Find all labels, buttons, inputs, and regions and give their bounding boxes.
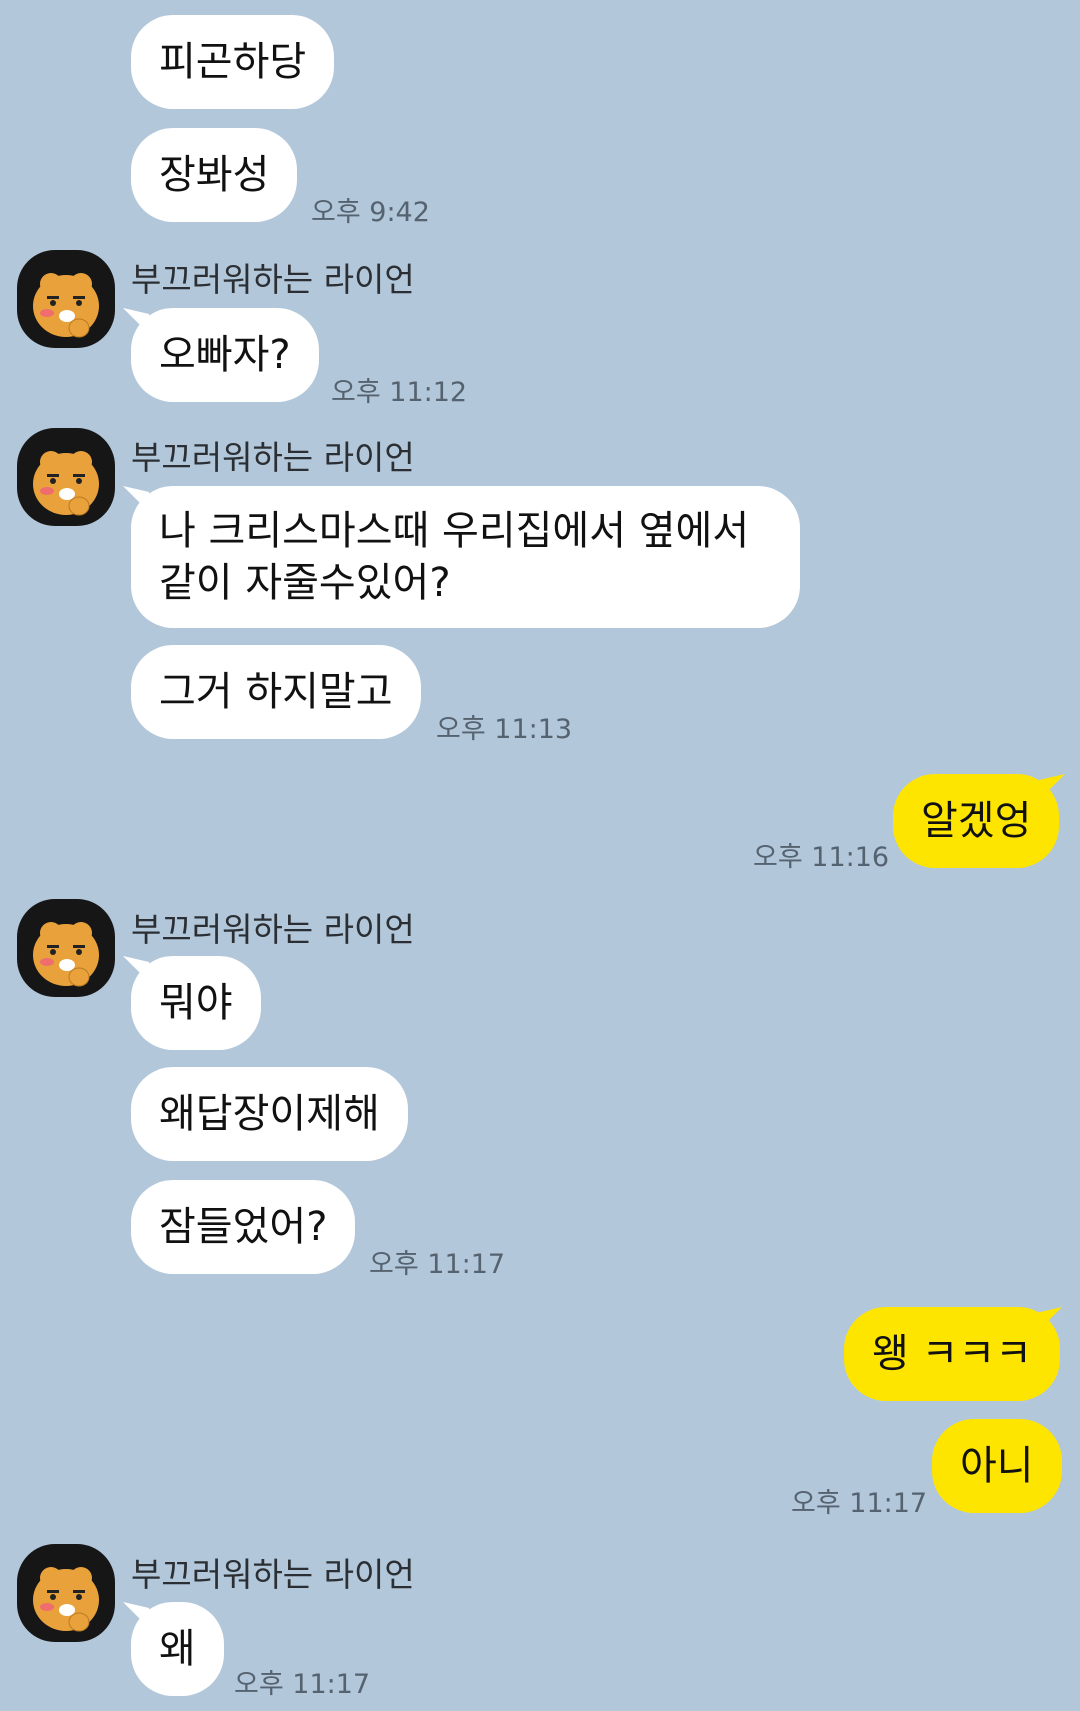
message-text: 왜 (159, 1626, 196, 1672)
sender-name: 부끄러워하는 라이언 (131, 1555, 415, 1594)
incoming-message[interactable]: 장봐성 (131, 128, 298, 222)
message-text: 왜답장이제해 (159, 1091, 380, 1137)
ryan-character-icon (33, 922, 99, 987)
message-text: 나 크리스마스때 우리집에서 옆에서 같이 자줄수있어? (159, 505, 749, 609)
message-timestamp: 오후 11:17 (369, 1249, 506, 1280)
sender-avatar[interactable] (17, 428, 115, 526)
message-timestamp: 오후 11:13 (436, 714, 573, 745)
incoming-message[interactable]: 피곤하당 (131, 15, 335, 109)
ryan-character-icon (33, 451, 99, 516)
incoming-message[interactable]: 왜 (131, 1602, 224, 1696)
incoming-message[interactable]: 오빠자? (131, 308, 319, 402)
message-text-line: 같이 자줄수있어? (159, 560, 451, 606)
sender-avatar[interactable] (17, 250, 115, 348)
message-text: 피곤하당 (159, 39, 307, 85)
sender-avatar[interactable] (17, 899, 115, 997)
outgoing-message[interactable]: 아니 (932, 1419, 1062, 1513)
incoming-message[interactable]: 뭐야 (131, 956, 261, 1050)
ryan-character-icon (33, 273, 99, 338)
ryan-character-icon (33, 1567, 99, 1632)
sender-name: 부끄러워하는 라이언 (131, 260, 415, 299)
message-text: 뭐야 (159, 980, 233, 1026)
sender-avatar[interactable] (17, 1544, 115, 1642)
message-text: 왱 ㅋㅋㅋ (872, 1331, 1032, 1377)
message-text: 장봐성 (159, 152, 270, 198)
message-text: 아니 (960, 1443, 1034, 1489)
message-text: 알겠엉 (921, 798, 1032, 844)
message-text: 그거 하지말고 (159, 669, 393, 715)
message-text-line: 나 크리스마스때 우리집에서 옆에서 (159, 508, 750, 554)
sender-name: 부끄러워하는 라이언 (131, 438, 415, 477)
message-text: 오빠자? (159, 332, 291, 378)
message-timestamp: 오후 11:16 (753, 842, 890, 873)
incoming-message[interactable]: 그거 하지말고 (131, 645, 421, 739)
sender-name: 부끄러워하는 라이언 (131, 910, 415, 949)
incoming-message[interactable]: 왜답장이제해 (131, 1067, 408, 1161)
incoming-message[interactable]: 나 크리스마스때 우리집에서 옆에서 같이 자줄수있어? (131, 486, 800, 628)
outgoing-message[interactable]: 왱 ㅋㅋㅋ (844, 1307, 1060, 1401)
message-timestamp: 오후 11:17 (791, 1488, 928, 1519)
message-text: 잠들었어? (159, 1204, 328, 1250)
outgoing-message[interactable]: 알겠엉 (893, 774, 1060, 868)
incoming-message[interactable]: 잠들었어? (131, 1180, 356, 1274)
message-timestamp: 오후 11:12 (331, 377, 468, 408)
message-timestamp: 오후 11:17 (234, 1669, 371, 1700)
message-timestamp: 오후 9:42 (311, 197, 430, 228)
